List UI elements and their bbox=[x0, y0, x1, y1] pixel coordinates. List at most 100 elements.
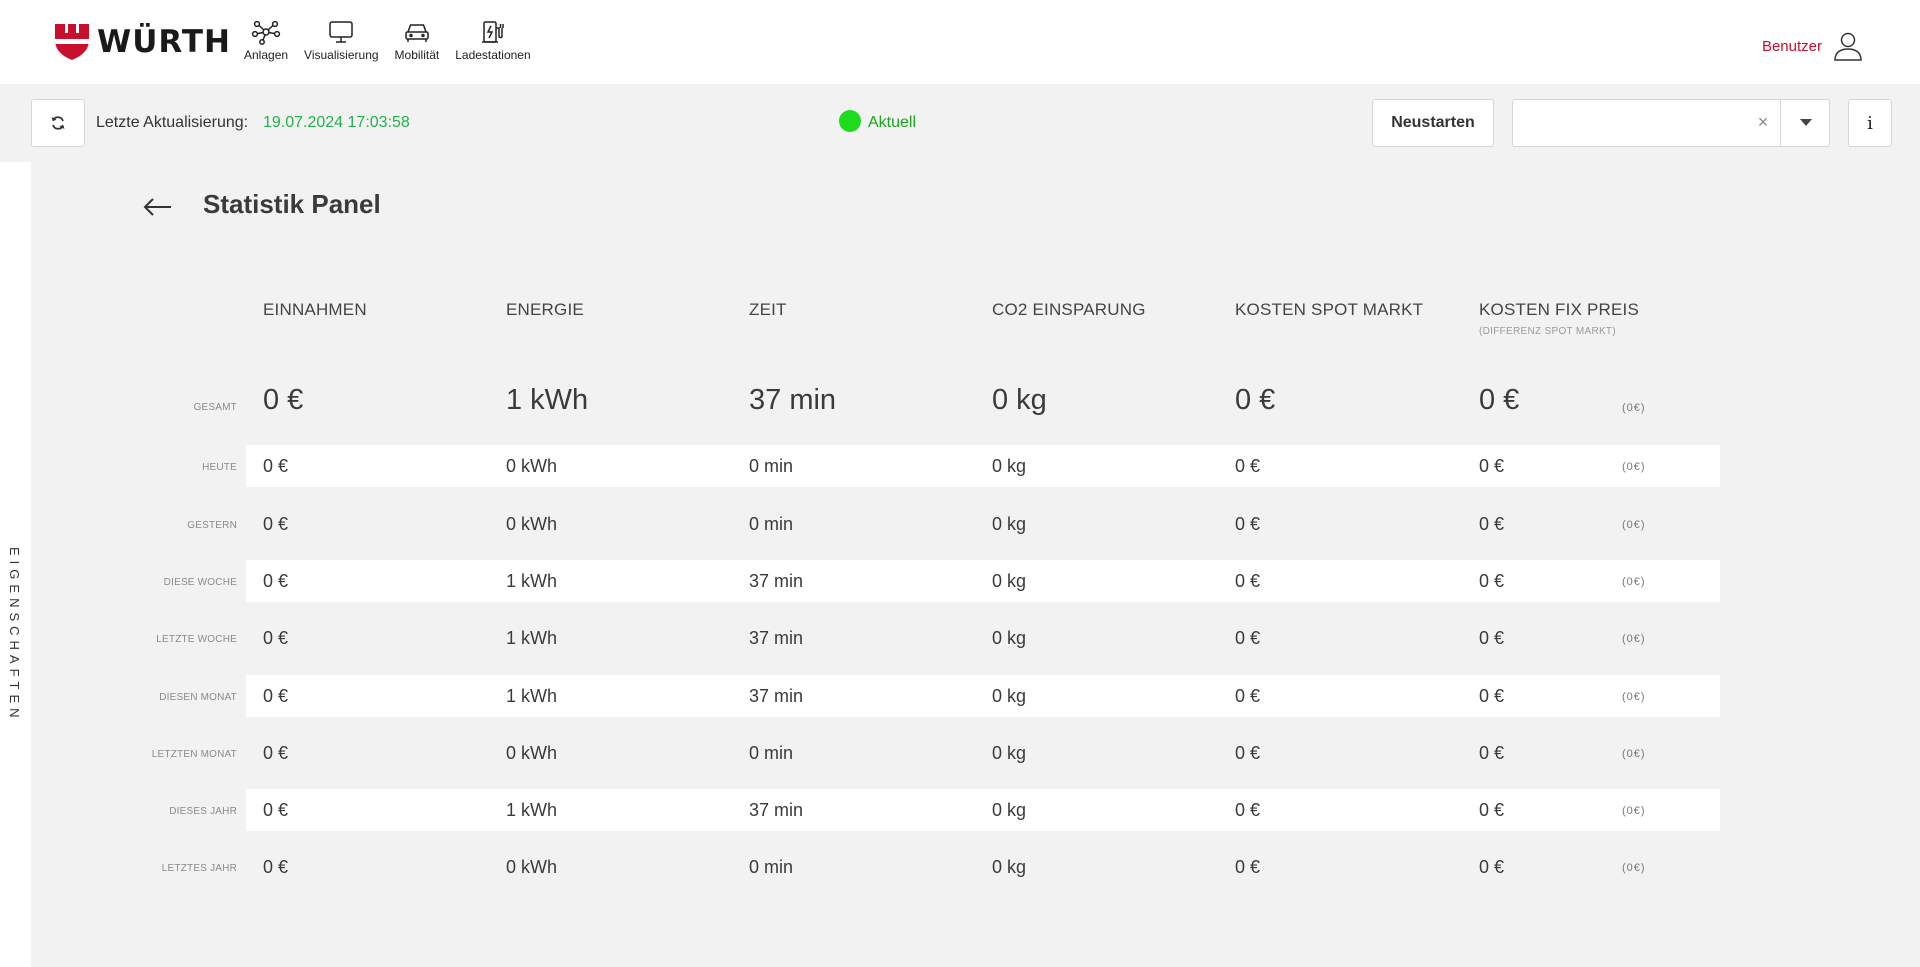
column-subheader-kosten-fix-preis: (DIFFERENZ SPOT MARKT) bbox=[1479, 326, 1616, 337]
cell-zeit: 37 min bbox=[749, 384, 837, 416]
cell-einnahmen: 0 € bbox=[263, 857, 289, 877]
cell-kosten-fix-preis: 0 € bbox=[1479, 800, 1505, 820]
row-label: LETZTES JAHR bbox=[161, 863, 237, 874]
top-navigation-bar: WÜRTH Anlagen Visualisierung Mobilität L… bbox=[0, 0, 1920, 84]
nav-label: Ladestationen bbox=[455, 48, 531, 62]
cell-kosten-fix-preis: 0 € bbox=[1479, 628, 1505, 648]
user-menu[interactable]: Benutzer bbox=[1762, 30, 1864, 62]
cell-kosten-fix-preis: 0 € bbox=[1479, 456, 1505, 476]
wurth-shield-icon bbox=[55, 24, 89, 60]
row-label: GESAMT bbox=[193, 402, 237, 413]
network-icon bbox=[251, 20, 281, 45]
cell-energie: 1 kWh bbox=[506, 571, 558, 591]
cell-zeit: 0 min bbox=[749, 514, 794, 534]
row-label: GESTERN bbox=[187, 520, 237, 531]
cell-einnahmen: 0 € bbox=[263, 456, 289, 476]
row-label: LETZTE WOCHE bbox=[156, 634, 237, 645]
cell-spot-market-difference: (0€) bbox=[1622, 576, 1646, 588]
cell-zeit: 37 min bbox=[749, 628, 804, 648]
cell-spot-market-difference: (0€) bbox=[1622, 519, 1646, 531]
cell-einnahmen: 0 € bbox=[263, 571, 289, 591]
cell-kosten-fix-preis: 0 € bbox=[1479, 514, 1505, 534]
last-update-label: Letzte Aktualisierung: bbox=[96, 114, 249, 131]
refresh-button[interactable] bbox=[31, 99, 85, 147]
station-select-input[interactable] bbox=[1523, 100, 1743, 146]
cell-energie: 1 kWh bbox=[506, 384, 589, 416]
station-select[interactable]: × bbox=[1512, 99, 1830, 147]
cell-kosten-spot-markt: 0 € bbox=[1235, 686, 1261, 706]
clear-select-icon[interactable]: × bbox=[1753, 112, 1773, 133]
column-header-energie: ENERGIE bbox=[506, 300, 584, 319]
column-header-kosten-fix-preis: KOSTEN FIX PREIS bbox=[1479, 300, 1640, 319]
back-arrow-icon[interactable] bbox=[141, 192, 177, 222]
cell-kosten-spot-markt: 0 € bbox=[1235, 743, 1261, 763]
nav-label: Visualisierung bbox=[304, 48, 379, 62]
row-label: DIESE WOCHE bbox=[163, 577, 237, 588]
cell-einnahmen: 0 € bbox=[263, 514, 289, 534]
info-button[interactable]: i bbox=[1848, 99, 1892, 147]
cell-co2-einsparung: 0 kg bbox=[992, 857, 1027, 877]
cell-co2-einsparung: 0 kg bbox=[992, 514, 1027, 534]
chevron-down-icon bbox=[1799, 119, 1812, 126]
row-label: HEUTE bbox=[202, 462, 237, 473]
restart-button[interactable]: Neustarten bbox=[1372, 99, 1494, 147]
properties-tab-label[interactable]: EIGENSCHAFTEN bbox=[7, 547, 22, 723]
row-label: LETZTEN MONAT bbox=[151, 749, 237, 760]
cell-co2-einsparung: 0 kg bbox=[992, 800, 1027, 820]
cell-energie: 1 kWh bbox=[506, 686, 558, 706]
wurth-logo[interactable]: WÜRTH bbox=[55, 24, 231, 60]
nav-label: Anlagen bbox=[244, 48, 289, 62]
nav-item-anlagen[interactable]: Anlagen bbox=[236, 18, 296, 62]
monitor-icon bbox=[329, 21, 354, 43]
cell-co2-einsparung: 0 kg bbox=[992, 743, 1027, 763]
cell-spot-market-difference: (0€) bbox=[1622, 862, 1646, 874]
cell-einnahmen: 0 € bbox=[263, 743, 289, 763]
cell-zeit: 37 min bbox=[749, 800, 804, 820]
cell-kosten-spot-markt: 0 € bbox=[1235, 800, 1261, 820]
nav-item-mobilitaet[interactable]: Mobilität bbox=[387, 18, 448, 62]
cell-kosten-spot-markt: 0 € bbox=[1235, 514, 1261, 534]
brand-name: WÜRTH bbox=[97, 24, 231, 60]
cell-kosten-fix-preis: 0 € bbox=[1479, 571, 1505, 591]
cell-kosten-spot-markt: 0 € bbox=[1235, 857, 1261, 877]
cell-einnahmen: 0 € bbox=[263, 628, 289, 648]
last-update-timestamp: 19.07.2024 17:03:58 bbox=[263, 114, 410, 131]
row-label: DIESES JAHR bbox=[169, 806, 237, 817]
cell-kosten-spot-markt: 0 € bbox=[1235, 384, 1276, 416]
cell-zeit: 0 min bbox=[749, 857, 794, 877]
cell-kosten-spot-markt: 0 € bbox=[1235, 628, 1261, 648]
status-bar: Letzte Aktualisierung: 19.07.2024 17:03:… bbox=[0, 84, 1920, 162]
column-header-kosten-spot-markt: KOSTEN SPOT MARKT bbox=[1235, 300, 1424, 319]
cell-spot-market-difference: (0€) bbox=[1622, 633, 1646, 645]
cell-kosten-fix-preis: 0 € bbox=[1479, 686, 1505, 706]
column-header-zeit: ZEIT bbox=[749, 300, 787, 319]
cell-spot-market-difference: (0€) bbox=[1622, 748, 1646, 760]
cell-spot-market-difference: (0€) bbox=[1622, 461, 1646, 473]
cell-zeit: 37 min bbox=[749, 686, 804, 706]
cell-co2-einsparung: 0 kg bbox=[992, 571, 1027, 591]
status-text: Aktuell bbox=[868, 114, 917, 131]
nav-label: Mobilität bbox=[394, 48, 440, 62]
nav-item-ladestationen[interactable]: Ladestationen bbox=[447, 18, 538, 62]
cell-zeit: 37 min bbox=[749, 571, 804, 591]
cell-spot-market-difference: (0€) bbox=[1622, 805, 1646, 817]
cell-spot-market-difference: (0€) bbox=[1622, 402, 1646, 414]
cell-co2-einsparung: 0 kg bbox=[992, 686, 1027, 706]
cell-kosten-fix-preis: 0 € bbox=[1479, 857, 1505, 877]
column-header-einnahmen: EINNAHMEN bbox=[263, 300, 367, 319]
cell-einnahmen: 0 € bbox=[263, 686, 289, 706]
cell-energie: 0 kWh bbox=[506, 857, 558, 877]
cell-kosten-fix-preis: 0 € bbox=[1479, 384, 1520, 416]
nav-item-visualisierung[interactable]: Visualisierung bbox=[296, 18, 387, 62]
main-nav: Anlagen Visualisierung Mobilität Ladesta… bbox=[236, 18, 539, 62]
refresh-icon bbox=[51, 116, 65, 130]
cell-energie: 1 kWh bbox=[506, 628, 558, 648]
cell-spot-market-difference: (0€) bbox=[1622, 691, 1646, 703]
row-label: DIESEN MONAT bbox=[159, 692, 237, 703]
cell-co2-einsparung: 0 kg bbox=[992, 628, 1027, 648]
select-dropdown-toggle[interactable] bbox=[1781, 100, 1830, 146]
statistics-panel: Statistik Panel EINNAHMEN ENERGIE ZEIT CO2 … bbox=[31, 162, 1920, 967]
cell-einnahmen: 0 € bbox=[263, 384, 304, 416]
cell-energie: 0 kWh bbox=[506, 743, 558, 763]
user-label: Benutzer bbox=[1761, 37, 1822, 55]
